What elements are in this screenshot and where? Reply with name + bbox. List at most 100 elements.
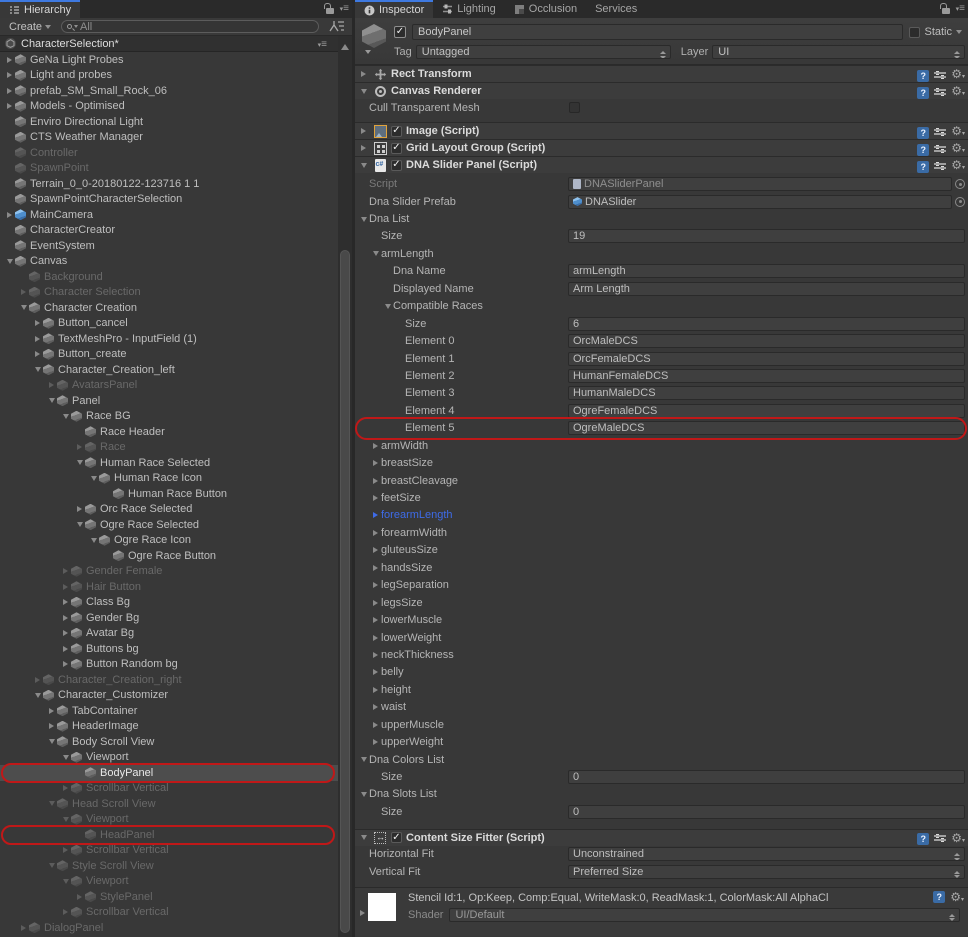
dna-entry-breastsize-foldout[interactable]: breastSize: [355, 454, 968, 471]
compatible-races-size-row[interactable]: Size6: [355, 315, 968, 332]
help-icon[interactable]: ?: [917, 161, 929, 173]
foldout-arrow[interactable]: [18, 925, 29, 931]
foldout-arrow[interactable]: [358, 757, 369, 762]
hierarchy-item-avatar-bg[interactable]: Avatar Bg: [0, 626, 338, 642]
foldout-arrow[interactable]: [370, 443, 381, 449]
hierarchy-scrollbar[interactable]: [338, 36, 352, 937]
hierarchy-item-tabcontainer[interactable]: TabContainer: [0, 703, 338, 719]
hierarchy-item-human-race-selected[interactable]: Human Race Selected: [0, 455, 338, 471]
hierarchy-item-avatarspanel[interactable]: AvatarsPanel: [0, 378, 338, 394]
foldout-arrow[interactable]: [46, 382, 57, 388]
cull-transparent-mesh-checkbox[interactable]: [569, 102, 580, 113]
foldout-arrow[interactable]: [370, 652, 381, 658]
dna-entry-feetsize-foldout[interactable]: feetSize: [355, 489, 968, 506]
compatible-races-element-2-row-value[interactable]: HumanFemaleDCS: [568, 369, 965, 383]
compatible-races-element-3-row[interactable]: Element 3HumanMaleDCS: [355, 385, 968, 402]
hierarchy-item-ogre-race-button[interactable]: Ogre Race Button: [0, 548, 338, 564]
component-grid-layout-header[interactable]: ✓ Grid Layout Group (Script) ? ⚙: [355, 139, 968, 156]
foldout-arrow[interactable]: [4, 103, 15, 109]
foldout-arrow[interactable]: [60, 630, 71, 636]
hierarchy-item-gender-bg[interactable]: Gender Bg: [0, 610, 338, 626]
foldout-arrow[interactable]: [18, 305, 29, 310]
dna-panel-enabled-checkbox[interactable]: ✓: [391, 160, 402, 171]
foldout-arrow[interactable]: [60, 847, 71, 853]
foldout-arrow[interactable]: [88, 476, 99, 481]
dna-slots-list-foldout[interactable]: Dna Slots List: [355, 786, 968, 803]
gear-icon[interactable]: ⚙: [951, 85, 965, 100]
compatible-races-foldout[interactable]: Compatible Races: [355, 298, 968, 315]
hierarchy-item-charactercreator[interactable]: CharacterCreator: [0, 223, 338, 239]
hierarchy-item-character-creation-right[interactable]: Character_Creation_right: [0, 672, 338, 688]
hierarchy-item-scrollbar-vertical[interactable]: Scrollbar Vertical: [0, 781, 338, 797]
foldout-arrow[interactable]: [60, 785, 71, 791]
foldout-arrow[interactable]: [46, 863, 57, 868]
hierarchy-item-viewport[interactable]: Viewport: [0, 874, 338, 890]
compatible-races-element-5-row-value[interactable]: OgreMaleDCS: [568, 421, 965, 435]
foldout-arrow[interactable]: [358, 71, 369, 77]
dna-entry-forearmwidth-foldout[interactable]: forearmWidth: [355, 524, 968, 541]
component-dna-slider-panel-header[interactable]: ✓ DNA Slider Panel (Script) ? ⚙: [355, 156, 968, 173]
hierarchy-item-viewport[interactable]: Viewport: [0, 750, 338, 766]
hierarchy-item-class-bg[interactable]: Class Bg: [0, 595, 338, 611]
foldout-arrow[interactable]: [74, 444, 85, 450]
hierarchy-item-race[interactable]: Race: [0, 440, 338, 456]
foldout-arrow[interactable]: [74, 506, 85, 512]
hierarchy-item-scrollbar-vertical[interactable]: Scrollbar Vertical: [0, 905, 338, 921]
foldout-arrow[interactable]: [46, 801, 57, 806]
foldout-arrow[interactable]: [358, 128, 369, 134]
foldout-arrow[interactable]: [32, 320, 43, 326]
dna-slider-prefab-row[interactable]: Dna Slider PrefabDNASlider: [355, 193, 968, 210]
foldout-arrow[interactable]: [60, 584, 71, 590]
foldout-arrow[interactable]: [32, 677, 43, 683]
foldout-arrow[interactable]: [370, 512, 381, 518]
dna-entry-armlength-foldout[interactable]: armLength: [355, 245, 968, 262]
hierarchy-item-buttons-bg[interactable]: Buttons bg: [0, 641, 338, 657]
hierarchy-item-terrain-0-0-20180122-123716-1-1[interactable]: Terrain_0_0-20180122-123716 1 1: [0, 176, 338, 192]
dna-entry-uppermuscle-foldout[interactable]: upperMuscle: [355, 716, 968, 733]
armlength-displayed-name-row[interactable]: Displayed NameArm Length: [355, 280, 968, 297]
tag-dropdown[interactable]: Untagged: [416, 45, 671, 59]
hierarchy-item-headerimage[interactable]: HeaderImage: [0, 719, 338, 735]
hierarchy-item-spawnpoint[interactable]: SpawnPoint: [0, 161, 338, 177]
foldout-arrow[interactable]: [370, 460, 381, 466]
compatible-races-element-4-row-value[interactable]: OgreFemaleDCS: [568, 404, 965, 418]
hierarchy-item-style-scroll-view[interactable]: Style Scroll View: [0, 858, 338, 874]
foldout-arrow[interactable]: [370, 722, 381, 728]
foldout-arrow[interactable]: [370, 478, 381, 484]
help-icon[interactable]: ?: [917, 833, 929, 845]
script-row-value[interactable]: DNASliderPanel: [568, 177, 952, 191]
foldout-arrow[interactable]: [60, 661, 71, 667]
presets-icon[interactable]: [934, 162, 946, 172]
hierarchy-item-character-customizer[interactable]: Character_Customizer: [0, 688, 338, 704]
dna-entry-lowerweight-foldout[interactable]: lowerWeight: [355, 629, 968, 646]
dna-slots-size-row[interactable]: Size0: [355, 803, 968, 820]
help-icon[interactable]: ?: [933, 891, 945, 903]
presets-icon[interactable]: [934, 71, 946, 81]
foldout-arrow[interactable]: [46, 723, 57, 729]
foldout-arrow[interactable]: [60, 599, 71, 605]
foldout-arrow[interactable]: [370, 495, 381, 501]
hierarchy-item-head-scroll-view[interactable]: Head Scroll View: [0, 796, 338, 812]
hierarchy-item-character-creation[interactable]: Character Creation: [0, 300, 338, 316]
dna-colors-size-row[interactable]: Size0: [355, 768, 968, 785]
csf-enabled-checkbox[interactable]: ✓: [391, 832, 402, 843]
tab-services[interactable]: Services: [586, 0, 646, 18]
foldout-arrow[interactable]: [4, 212, 15, 218]
compatible-races-element-1-row[interactable]: Element 1OrcFemaleDCS: [355, 350, 968, 367]
vertical-fit-row[interactable]: Vertical FitPreferred Size: [355, 863, 968, 880]
hierarchy-item-hair-button[interactable]: Hair Button: [0, 579, 338, 595]
hierarchy-item-controller[interactable]: Controller: [0, 145, 338, 161]
foldout-arrow[interactable]: [370, 565, 381, 571]
hierarchy-item-prefab-sm-small-rock-06[interactable]: prefab_SM_Small_Rock_06: [0, 83, 338, 99]
foldout-arrow[interactable]: [4, 259, 15, 264]
tab-occlusion[interactable]: Occlusion: [505, 0, 586, 18]
scene-menu-icon[interactable]: ≡: [318, 39, 326, 50]
armlength-dna-name-row[interactable]: Dna NamearmLength: [355, 263, 968, 280]
horizontal-fit-row-value[interactable]: Unconstrained: [568, 847, 965, 861]
foldout-arrow[interactable]: [4, 72, 15, 78]
object-picker-icon[interactable]: [955, 197, 965, 207]
foldout-arrow[interactable]: [32, 336, 43, 342]
foldout-arrow[interactable]: [370, 635, 381, 641]
hierarchy-item-orc-race-selected[interactable]: Orc Race Selected: [0, 502, 338, 518]
component-content-size-fitter-header[interactable]: ✓ Content Size Fitter (Script) ? ⚙: [355, 829, 968, 846]
